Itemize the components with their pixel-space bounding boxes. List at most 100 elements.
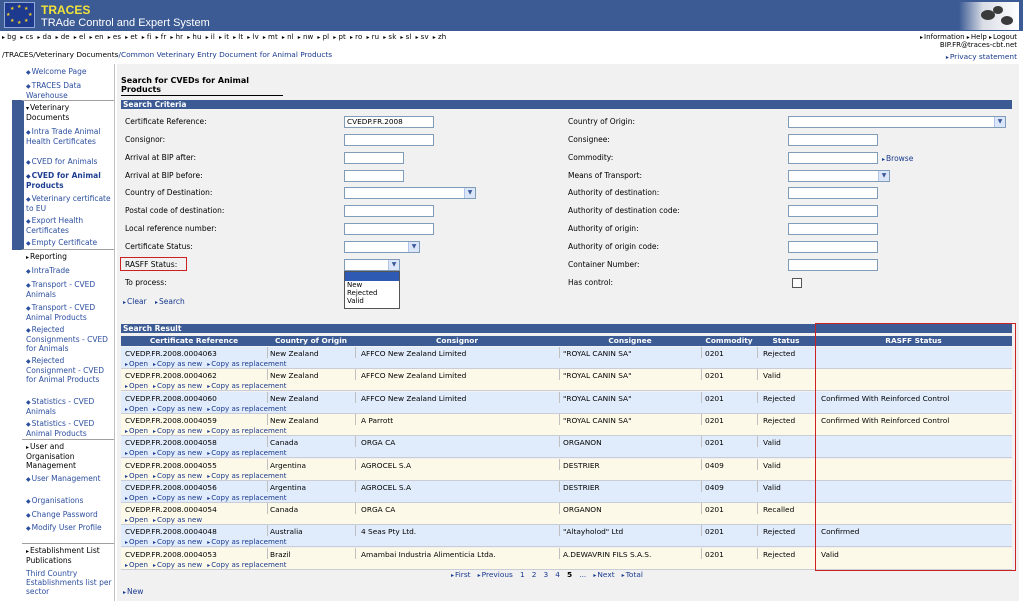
sidebar-item-intra[interactable]: ◆Intra Trade Animal Health Certificates [26, 127, 114, 146]
pager-previous[interactable]: Previous [482, 570, 513, 579]
language-link-hu[interactable]: ▸ hu [187, 33, 203, 41]
copy-as-new-link[interactable]: ▸Copy as new [153, 560, 202, 569]
consignor-input[interactable] [344, 134, 434, 146]
language-link-ro[interactable]: ▸ ro [350, 33, 364, 41]
sidebar-item-intratrade[interactable]: ◆IntraTrade [26, 266, 114, 276]
language-link-pt[interactable]: ▸ pt [333, 33, 348, 41]
has-control-checkbox[interactable] [792, 278, 802, 288]
copy-as-replacement-link[interactable]: ▸Copy as replacement [207, 537, 286, 546]
language-link-it[interactable]: ▸ it [219, 33, 231, 41]
language-link-mt[interactable]: ▸ mt [263, 33, 280, 41]
sidebar-item-cvedap[interactable]: ◆CVED for Animal Products [26, 171, 114, 190]
browse-link[interactable]: ▸Browse [882, 154, 913, 163]
language-link-nl[interactable]: ▸ nl [282, 33, 296, 41]
col-header-consignee[interactable]: Consignee [559, 336, 701, 346]
sidebar-item-organisations[interactable]: ◆Organisations [26, 496, 114, 506]
localref-input[interactable] [344, 223, 434, 235]
language-link-el[interactable]: ▸ el [74, 33, 88, 41]
col-header-status[interactable]: Status [757, 336, 815, 346]
copy-as-new-link[interactable]: ▸Copy as new [153, 426, 202, 435]
language-link-il[interactable]: ▸ il [206, 33, 217, 41]
open-link[interactable]: ▸Open [125, 515, 148, 524]
privacy-link[interactable]: Privacy statement [950, 52, 1017, 61]
open-link[interactable]: ▸Open [125, 448, 148, 457]
rasff-dropdown-list[interactable]: New Rejected Valid [344, 271, 400, 309]
sidebar-item-export[interactable]: ◆Export Health Certificates [26, 216, 114, 235]
sidebar-section-vetdocs[interactable]: ▾Veterinary Documents [26, 103, 114, 122]
container-input[interactable] [788, 259, 878, 271]
copy-as-replacement-link[interactable]: ▸Copy as replacement [207, 404, 286, 413]
copy-as-new-link[interactable]: ▸Copy as new [153, 537, 202, 546]
auth-dest-code-input[interactable] [788, 205, 878, 217]
rasff-option-rejected[interactable]: Rejected [345, 289, 399, 297]
pager-next[interactable]: Next [597, 570, 614, 579]
commodity-input[interactable] [788, 152, 878, 164]
language-link-ru[interactable]: ▸ ru [366, 33, 381, 41]
auth-dest-input[interactable] [788, 187, 878, 199]
search-button[interactable]: ▸Search [155, 297, 185, 306]
sidebar-item-stats-products[interactable]: ◆Statistics - CVED Animal Products [26, 419, 114, 438]
copy-as-replacement-link[interactable]: ▸Copy as replacement [207, 359, 286, 368]
pager-total[interactable]: Total [626, 570, 643, 579]
rasff-option-new[interactable]: New [345, 281, 399, 289]
cert-status-select[interactable]: ▼ [344, 241, 420, 253]
copy-as-new-link[interactable]: ▸Copy as new [153, 515, 202, 524]
copy-as-new-link[interactable]: ▸Copy as new [153, 493, 202, 502]
language-link-sl[interactable]: ▸ sl [400, 33, 413, 41]
col-header-consignor[interactable]: Consignor [355, 336, 559, 346]
language-link-es[interactable]: ▸ es [108, 33, 123, 41]
pager-page-3[interactable]: 3 [543, 570, 548, 579]
copy-as-new-link[interactable]: ▸Copy as new [153, 448, 202, 457]
language-link-fi[interactable]: ▸ fi [142, 33, 154, 41]
pager-page-1[interactable]: 1 [520, 570, 525, 579]
sidebar-item-cveda[interactable]: ◆CVED for Animals [26, 157, 114, 167]
language-link-sk[interactable]: ▸ sk [383, 33, 398, 41]
copy-as-replacement-link[interactable]: ▸Copy as replacement [207, 426, 286, 435]
language-link-bg[interactable]: ▸ bg [2, 33, 18, 41]
logout-link[interactable]: Logout [993, 33, 1017, 41]
sidebar-item-stats-animals[interactable]: ◆Statistics - CVED Animals [26, 397, 114, 416]
language-link-hr[interactable]: ▸ hr [170, 33, 185, 41]
open-link[interactable]: ▸Open [125, 493, 148, 502]
sidebar-item-warehouse[interactable]: ◆TRACES Data Warehouse [26, 81, 114, 100]
consignee-input[interactable] [788, 134, 878, 146]
language-link-pl[interactable]: ▸ pl [317, 33, 331, 41]
open-link[interactable]: ▸Open [125, 404, 148, 413]
language-link-cs[interactable]: ▸ cs [20, 33, 35, 41]
open-link[interactable]: ▸Open [125, 537, 148, 546]
transport-select[interactable]: ▼ [788, 170, 890, 182]
open-link[interactable]: ▸Open [125, 359, 148, 368]
copy-as-new-link[interactable]: ▸Copy as new [153, 359, 202, 368]
sidebar-item-vetcert[interactable]: ◆Veterinary certificate to EU [26, 194, 114, 213]
sidebar-item-transport-animals[interactable]: ◆Transport - CVED Animals [26, 280, 114, 299]
language-link-da[interactable]: ▸ da [37, 33, 53, 41]
language-link-lv[interactable]: ▸ lv [247, 33, 261, 41]
pager-page-2[interactable]: 2 [532, 570, 537, 579]
copy-as-new-link[interactable]: ▸Copy as new [153, 404, 202, 413]
pager-page-4[interactable]: 4 [555, 570, 560, 579]
help-link[interactable]: Help [971, 33, 987, 41]
sidebar-item-welcome[interactable]: ◆Welcome Page [26, 67, 114, 77]
sidebar-item-transport-products[interactable]: ◆Transport - CVED Animal Products [26, 303, 114, 322]
col-header-ref[interactable]: Certificate Reference [121, 336, 267, 346]
arrival-after-input[interactable] [344, 152, 404, 164]
language-link-nw[interactable]: ▸ nw [298, 33, 316, 41]
arrival-before-input[interactable] [344, 170, 404, 182]
country-dest-select[interactable]: ▼ [344, 187, 476, 199]
copy-as-new-link[interactable]: ▸Copy as new [153, 471, 202, 480]
rasff-option-valid[interactable]: Valid [345, 297, 399, 305]
language-link-de[interactable]: ▸ de [56, 33, 72, 41]
open-link[interactable]: ▸Open [125, 381, 148, 390]
language-link-en[interactable]: ▸ en [90, 33, 106, 41]
col-header-commodity[interactable]: Commodity [701, 336, 757, 346]
breadcrumb-vetdocs[interactable]: Veterinary Documents [36, 50, 119, 59]
language-link-fr[interactable]: ▸ fr [156, 33, 169, 41]
language-link-et[interactable]: ▸ et [125, 33, 140, 41]
language-link-lt[interactable]: ▸ lt [233, 33, 245, 41]
country-origin-select[interactable]: ▼ [788, 116, 1006, 128]
copy-as-replacement-link[interactable]: ▸Copy as replacement [207, 560, 286, 569]
open-link[interactable]: ▸Open [125, 560, 148, 569]
new-button[interactable]: ▸New [123, 587, 143, 596]
postal-input[interactable] [344, 205, 434, 217]
copy-as-replacement-link[interactable]: ▸Copy as replacement [207, 448, 286, 457]
